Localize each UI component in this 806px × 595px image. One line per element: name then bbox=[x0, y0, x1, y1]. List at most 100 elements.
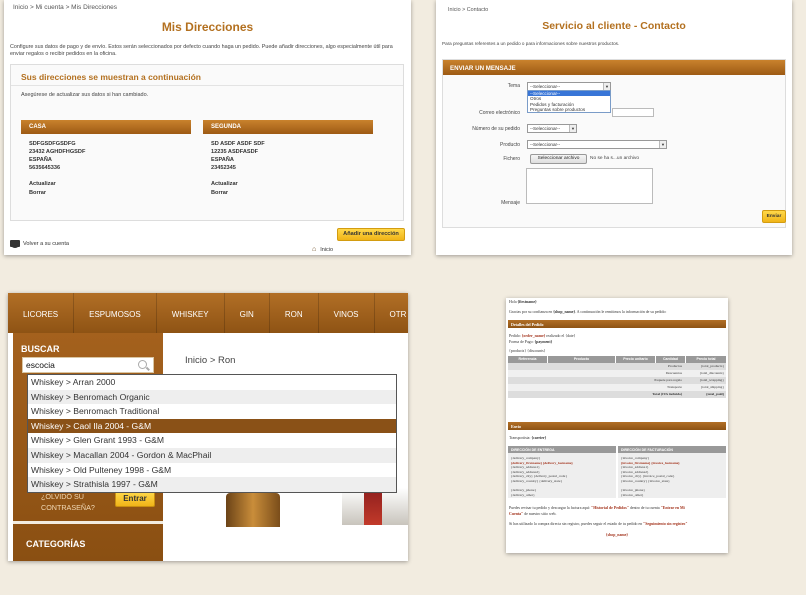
nav-item-ron[interactable]: RON bbox=[270, 293, 319, 333]
table-row: Transporte {total_shipping} bbox=[508, 384, 726, 391]
address-line: {invoice_other} bbox=[621, 492, 644, 497]
sidebar-divider bbox=[13, 521, 163, 524]
page-title: Servicio al cliente - Contacto bbox=[542, 20, 686, 32]
my-account-link[interactable]: "Entrar en Mi bbox=[661, 506, 685, 510]
nav-item-otros[interactable]: OTR bbox=[375, 293, 408, 333]
product-select-value: --Seleccionar-- bbox=[530, 142, 561, 147]
address-line: ESPAÑA bbox=[29, 157, 52, 163]
invoice-address-body: {invoice_company} {invoice_firstname} {i… bbox=[618, 453, 726, 498]
order-select[interactable]: --Seleccionar-- ▼ bbox=[527, 124, 577, 133]
send-button[interactable]: Enviar bbox=[762, 210, 786, 223]
forgot-password-link[interactable]: ¿OLVIDÓ SU CONTRASEÑA? bbox=[41, 491, 95, 513]
address-card-segunda: SEGUNDA SD ASDF ASDF SDF 12235 ASDFASDF … bbox=[203, 120, 373, 198]
footer-shop-name: {shop_name} bbox=[506, 533, 728, 537]
delete-address-link[interactable]: Borrar bbox=[29, 189, 191, 198]
address-card-label: CASA bbox=[21, 120, 191, 134]
order-history-link[interactable]: "Historial de Pedidos" bbox=[591, 506, 629, 510]
forgot-password-line: CONTRASEÑA? bbox=[41, 503, 95, 512]
address-line: 23452345 bbox=[211, 165, 236, 171]
breadcrumb[interactable]: Inicio > Contacto bbox=[448, 7, 488, 13]
back-to-account-link[interactable]: Volver a su cuenta bbox=[10, 240, 70, 248]
tema-option[interactable]: Preguntas sobre productos bbox=[528, 107, 610, 112]
address-card-casa: CASA SDFGSDFGSDFG 23432 AGHDFHGSDF ESPAÑ… bbox=[21, 120, 191, 198]
total-label: Paquete para regalo bbox=[654, 378, 682, 383]
back-to-account-label: Volver a su cuenta bbox=[23, 240, 70, 247]
store-search-panel: LICORES ESPUMOSOS WHISKEY GIN RON VINOS … bbox=[8, 293, 408, 561]
suggestion-item[interactable]: Whiskey > Benromach Traditional bbox=[28, 404, 396, 419]
column-header: Precio total bbox=[696, 357, 716, 361]
suggestion-item[interactable]: Whiskey > Arran 2000 bbox=[28, 375, 396, 390]
nav-item-vinos[interactable]: VINOS bbox=[319, 293, 375, 333]
total-label: Descuentos bbox=[665, 371, 682, 376]
search-suggestions: Whiskey > Arran 2000 Whiskey > Benromach… bbox=[27, 374, 397, 493]
product-label: Producto bbox=[499, 142, 520, 148]
address-line: SD ASDF ASDF SDF bbox=[211, 141, 265, 147]
login-button[interactable]: Entrar bbox=[115, 491, 155, 507]
total-value: {total_discounts} bbox=[699, 371, 724, 376]
search-icon[interactable] bbox=[138, 360, 147, 369]
email-label: Correo electrónico bbox=[479, 110, 520, 116]
order-table: Referencia Producto Precio unitario Cant… bbox=[508, 356, 726, 398]
product-select[interactable]: --Seleccionar-- ▼ bbox=[527, 140, 667, 149]
suggestion-item[interactable]: Whiskey > Old Pulteney 1998 - G&M bbox=[28, 463, 396, 478]
shipping-heading: Envío bbox=[508, 422, 726, 430]
suggestion-item[interactable]: Whiskey > Benromach Organic bbox=[28, 389, 396, 405]
nav-item-espumosos[interactable]: ESPUMOSOS bbox=[74, 293, 157, 333]
breadcrumb[interactable]: Inicio > Mi cuenta > Mis Direcciones bbox=[13, 4, 117, 11]
order-line-suffix: realizado el {date} bbox=[545, 334, 576, 338]
table-row: Total (IVA incluido) {total_paid} bbox=[508, 391, 726, 398]
suggestion-item[interactable]: Whiskey > Glen Grant 1993 - G&M bbox=[28, 433, 396, 448]
addresses-panel: Inicio > Mi cuenta > Mis Direcciones Mis… bbox=[4, 0, 411, 255]
categories-title: CATEGORÍAS bbox=[26, 539, 86, 549]
download-suffix: de nuestro sitio web. bbox=[523, 512, 557, 516]
breadcrumb[interactable]: Inicio > Ron bbox=[185, 355, 235, 366]
home-label: Inicio bbox=[320, 246, 334, 253]
nav-item-whiskey[interactable]: WHISKEY bbox=[157, 293, 225, 333]
tema-select-value: --Seleccionar-- bbox=[530, 84, 561, 89]
total-value: {total_products} bbox=[700, 364, 724, 369]
total-label: Transporte bbox=[666, 385, 682, 390]
address-lines: SDFGSDFGSDFG 23432 AGHDFHGSDF ESPAÑA 563… bbox=[21, 140, 191, 172]
thanks-line: Gracias por su confianza en {shop_name}.… bbox=[509, 310, 667, 314]
address-lines: SD ASDF ASDF SDF 12235 ASDFASDF ESPAÑA 2… bbox=[203, 140, 373, 172]
home-link[interactable]: ⌂ Inicio bbox=[312, 246, 333, 253]
payment-variable: {payment} bbox=[534, 340, 553, 344]
carrier-variable: {carrier} bbox=[531, 436, 547, 440]
total-label: Productos bbox=[668, 364, 682, 369]
addresses-box: Sus direcciones se muestran a continuaci… bbox=[10, 64, 404, 221]
my-account-link-cont[interactable]: Cuenta" bbox=[509, 512, 523, 516]
suggestion-item[interactable]: Whiskey > Macallan 2004 - Gordon & MacPh… bbox=[28, 447, 396, 463]
greeting-variable: {firstname} bbox=[517, 300, 537, 304]
suggestion-item[interactable]: Whiskey > Strathisla 1997 - G&M bbox=[28, 477, 396, 492]
column-header: Cantidad bbox=[656, 356, 686, 363]
total-value: {total_wrapping} bbox=[699, 378, 724, 383]
product-image[interactable] bbox=[226, 493, 280, 527]
delete-address-link[interactable]: Borrar bbox=[211, 189, 373, 198]
guest-tracking-link[interactable]: "Seguimiento sin registro" bbox=[643, 522, 687, 526]
nav-item-licores[interactable]: LICORES bbox=[8, 293, 75, 333]
update-address-link[interactable]: Actualizar bbox=[29, 180, 191, 189]
invoice-address-heading: DIRECCIÓN DE FACTURACIÓN bbox=[618, 446, 726, 453]
intro-text: Para preguntas referentes a un pedido o … bbox=[442, 41, 620, 46]
search-input[interactable]: escocia bbox=[22, 357, 154, 373]
address-line: ESPAÑA bbox=[211, 157, 234, 163]
greeting-prefix: Hola bbox=[509, 300, 518, 304]
products-variables: {products} {discounts} bbox=[509, 349, 546, 353]
account-icon bbox=[10, 240, 20, 248]
update-address-link[interactable]: Actualizar bbox=[211, 180, 373, 189]
message-textarea[interactable] bbox=[526, 168, 653, 204]
address-line: 12235 ASDFASDF bbox=[211, 149, 259, 155]
file-select-button[interactable]: Seleccionar archivo bbox=[530, 154, 587, 164]
column-header: Producto bbox=[548, 356, 616, 363]
suggestion-item[interactable]: Whiskey > Caol Ila 2004 - G&M bbox=[28, 418, 396, 434]
total-value: {total_shipping} bbox=[700, 385, 724, 390]
email-field[interactable] bbox=[612, 108, 654, 117]
address-line: SDFGSDFGSDFG bbox=[29, 141, 76, 147]
total-value: {total_paid} bbox=[706, 392, 724, 397]
add-address-button[interactable]: Añadir una dirección bbox=[337, 228, 405, 241]
footer-shop-variable[interactable]: {shop_name} bbox=[606, 533, 628, 537]
file-label: Fichero bbox=[503, 156, 520, 162]
addresses-box-title: Sus direcciones se muestran a continuaci… bbox=[21, 72, 201, 82]
nav-item-gin[interactable]: GIN bbox=[225, 293, 270, 333]
order-details-heading: Detalles del Pedido bbox=[508, 320, 726, 328]
